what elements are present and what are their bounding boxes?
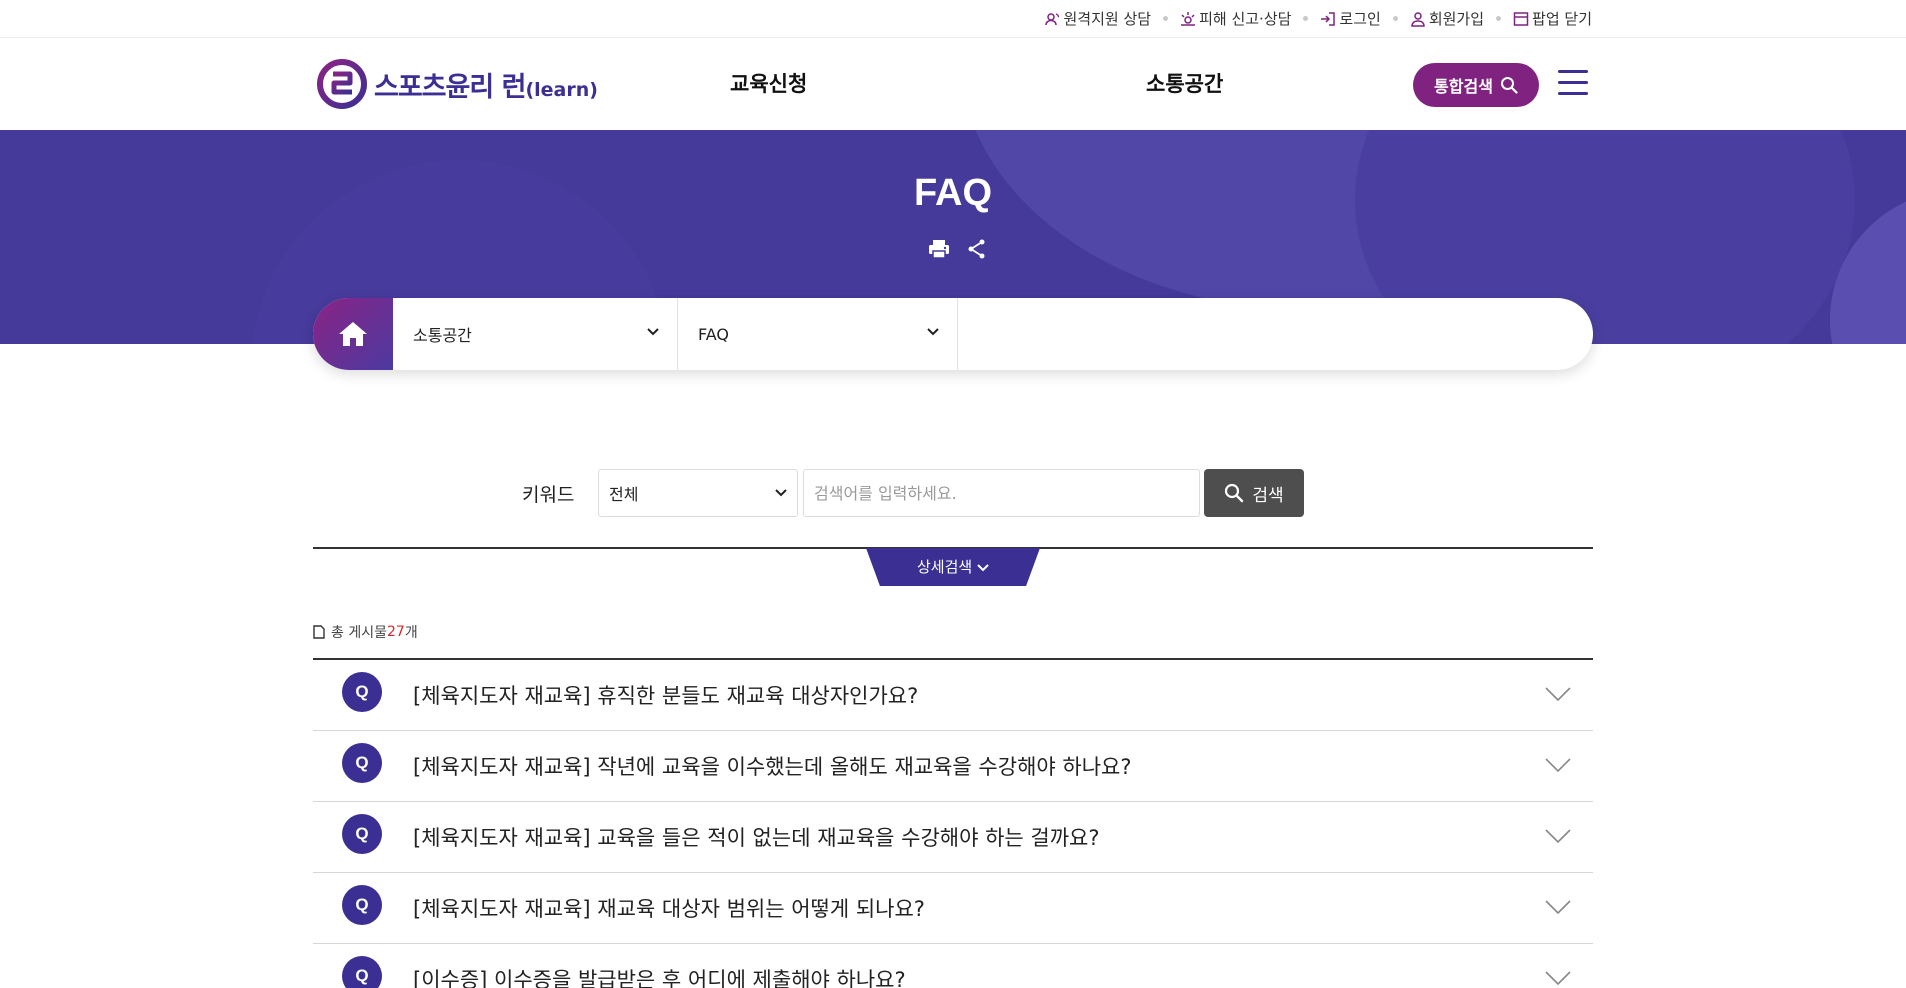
logo-mark-icon <box>317 59 367 109</box>
location-depth1-value: 소통공간 <box>413 326 472 345</box>
location-bar: 소통공간 FAQ <box>313 298 1593 370</box>
share-icon[interactable] <box>965 237 989 261</box>
integrated-search-label: 통합검색 <box>1434 77 1493 96</box>
logo-sub-text: (learn) <box>525 78 598 101</box>
location-depth1-select[interactable]: 소통공간 <box>393 298 678 370</box>
nav-education-apply[interactable]: 교육신청 <box>730 68 807 98</box>
separator-dot <box>1392 16 1398 21</box>
question-badge: Q <box>342 956 382 988</box>
faq-item[interactable]: Q [체육지도자 재교육] 휴직한 분들도 재교육 대상자인가요? <box>313 660 1593 731</box>
chevron-down-icon <box>1545 900 1571 914</box>
question-badge: Q <box>342 672 382 712</box>
chevron-down-icon <box>977 564 989 572</box>
total-number: 27 <box>386 624 405 640</box>
keyword-label: 키워드 <box>522 484 575 506</box>
location-depth2-value: FAQ <box>698 324 729 344</box>
keyword-type-value: 전체 <box>609 485 639 504</box>
separator-dot <box>1163 16 1169 21</box>
faq-question: [체육지도자 재교육] 작년에 교육을 이수했는데 올해도 재교육을 수강해야 … <box>413 755 1132 779</box>
faq-question: [체육지도자 재교육] 휴직한 분들도 재교육 대상자인가요? <box>413 684 919 708</box>
search-button[interactable]: 검색 <box>1204 469 1304 517</box>
popup-icon <box>1513 11 1529 26</box>
utility-remote-support[interactable]: 원격지원 상담 <box>1044 8 1181 29</box>
separator-dot <box>1303 16 1309 21</box>
faq-list: Q [체육지도자 재교육] 휴직한 분들도 재교육 대상자인가요? Q [체육지… <box>313 658 1593 988</box>
integrated-search-button[interactable]: 통합검색 <box>1413 63 1539 107</box>
logo-main-text: 스포츠윤리 런 <box>374 71 526 103</box>
menu-hamburger-icon[interactable] <box>1558 70 1588 96</box>
utility-report[interactable]: 피해 신고·상담 <box>1180 8 1320 29</box>
utility-remote-support-label: 원격지원 상담 <box>1063 10 1152 28</box>
chevron-down-icon <box>647 328 659 336</box>
chevron-down-icon <box>1545 971 1571 985</box>
total-prefix: 총 게시물 <box>331 625 387 641</box>
chevron-down-icon <box>1545 687 1571 701</box>
utility-report-label: 피해 신고·상담 <box>1199 10 1292 28</box>
report-icon <box>1181 11 1196 26</box>
faq-question: [체육지도자 재교육] 교육을 들은 적이 없는데 재교육을 수강해야 하는 걸… <box>413 826 1100 850</box>
print-icon[interactable] <box>927 237 951 261</box>
chevron-down-icon <box>1545 829 1571 843</box>
site-logo[interactable]: 스포츠윤리 런(learn) <box>316 58 598 110</box>
utility-bar: 원격지원 상담 피해 신고·상담 로그인 회원가입 팝업 닫기 <box>0 0 1906 38</box>
keyword-search-input[interactable] <box>803 469 1200 517</box>
question-badge: Q <box>342 885 382 925</box>
search-icon <box>1225 483 1244 503</box>
utility-login[interactable]: 로그인 <box>1320 8 1409 29</box>
chevron-down-icon <box>1545 758 1571 772</box>
detail-search-toggle[interactable]: 상세검색 <box>866 548 1040 586</box>
keyword-type-select[interactable]: 전체 <box>598 469 798 517</box>
faq-item[interactable]: Q [체육지도자 재교육] 재교육 대상자 범위는 어떻게 되나요? <box>313 873 1593 944</box>
remote-support-icon <box>1044 12 1059 25</box>
search-icon <box>1500 77 1518 94</box>
home-button[interactable] <box>313 298 393 370</box>
faq-question: [체육지도자 재교육] 재교육 대상자 범위는 어떻게 되나요? <box>413 897 925 921</box>
location-depth2-select[interactable]: FAQ <box>678 298 958 370</box>
detail-search-label: 상세검색 <box>917 558 973 576</box>
question-badge: Q <box>342 814 382 854</box>
chevron-down-icon <box>927 328 939 336</box>
faq-item[interactable]: Q [체육지도자 재교육] 교육을 들은 적이 없는데 재교육을 수강해야 하는… <box>313 802 1593 873</box>
page-title: FAQ <box>913 172 993 214</box>
search-button-label: 검색 <box>1252 485 1284 506</box>
faq-item[interactable]: Q [이수증] 이수증을 발급받은 후 어디에 제출해야 하나요? <box>313 944 1593 988</box>
page-tools <box>920 237 996 261</box>
total-count: 총 게시물 27 개 <box>313 622 418 642</box>
user-icon <box>1411 11 1425 27</box>
separator-dot <box>1496 16 1502 21</box>
question-badge: Q <box>342 743 382 783</box>
login-icon <box>1321 11 1336 26</box>
utility-signup[interactable]: 회원가입 <box>1410 8 1513 29</box>
page: 원격지원 상담 피해 신고·상담 로그인 회원가입 팝업 닫기 스포츠윤리 런(… <box>0 0 1906 988</box>
utility-login-label: 로그인 <box>1339 10 1381 28</box>
chevron-down-icon <box>775 489 787 497</box>
total-suffix: 개 <box>404 625 418 641</box>
utility-popup-close[interactable]: 팝업 닫기 <box>1513 8 1592 29</box>
utility-signup-label: 회원가입 <box>1428 10 1485 28</box>
nav-community[interactable]: 소통공간 <box>1146 68 1223 98</box>
utility-popup-close-label: 팝업 닫기 <box>1532 10 1592 28</box>
faq-item[interactable]: Q [체육지도자 재교육] 작년에 교육을 이수했는데 올해도 재교육을 수강해… <box>313 731 1593 802</box>
header: 스포츠윤리 런(learn) 교육신청 소통공간 통합검색 <box>0 38 1906 130</box>
home-icon <box>339 322 367 346</box>
logo-text: 스포츠윤리 런(learn) <box>374 65 598 104</box>
faq-question: [이수증] 이수증을 발급받은 후 어디에 제출해야 하나요? <box>413 968 906 988</box>
document-icon <box>313 625 325 639</box>
